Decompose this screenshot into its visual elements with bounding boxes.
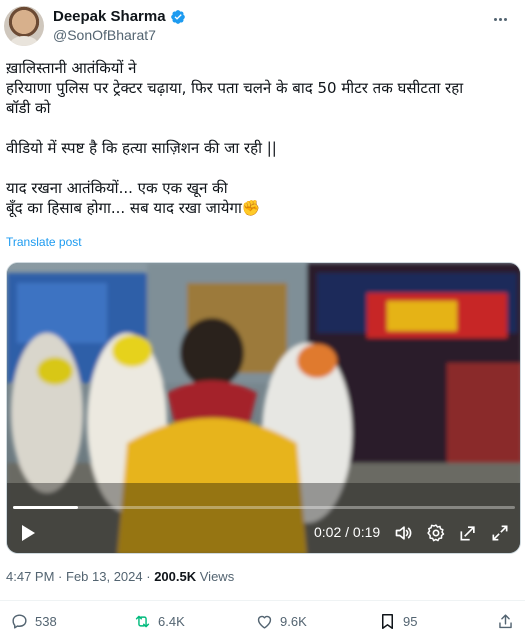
fullscreen-button[interactable] <box>489 521 511 545</box>
tweet-meta: 4:47 PM · Feb 13, 2024 · 200.5K Views <box>6 569 234 584</box>
action-bar: 538 6.4K 9.6K 95 <box>0 612 525 636</box>
meta-separator: · <box>146 569 155 584</box>
tweet-date[interactable]: Feb 13, 2024 <box>66 569 143 584</box>
video-frame <box>7 263 520 553</box>
video-player[interactable]: 0:02 / 0:19 <box>6 262 521 554</box>
play-icon <box>22 525 35 541</box>
more-options-icon[interactable] <box>491 10 509 28</box>
like-count: 9.6K <box>280 614 307 629</box>
repost-button[interactable]: 6.4K <box>133 612 185 631</box>
bookmark-count: 95 <box>403 614 418 629</box>
video-time-display: 0:02 / 0:19 <box>314 524 381 540</box>
share-button[interactable] <box>496 612 515 631</box>
like-button[interactable]: 9.6K <box>255 612 307 631</box>
verified-badge-icon <box>170 9 185 24</box>
reply-button[interactable]: 538 <box>10 612 57 631</box>
settings-icon <box>427 524 445 542</box>
video-progress-fill <box>13 506 79 509</box>
author-handle[interactable]: @SonOfBharat7 <box>53 27 156 43</box>
views-label: Views <box>199 569 235 584</box>
reply-icon <box>12 614 27 629</box>
settings-button[interactable] <box>425 521 447 545</box>
tweet-time[interactable]: 4:47 PM <box>6 569 54 584</box>
pop-out-icon <box>460 526 475 541</box>
volume-button[interactable] <box>393 521 415 545</box>
repost-icon <box>135 615 150 628</box>
pop-out-button[interactable] <box>457 521 479 545</box>
bookmark-button[interactable]: 95 <box>378 612 417 631</box>
video-progress-bar[interactable] <box>13 506 515 509</box>
divider <box>0 600 525 601</box>
avatar[interactable] <box>4 6 44 46</box>
fullscreen-icon <box>492 525 508 541</box>
author-name-row: Deepak Sharma <box>53 8 186 25</box>
volume-icon <box>395 526 412 540</box>
repost-count: 6.4K <box>158 614 185 629</box>
play-button[interactable] <box>17 521 39 545</box>
translate-post-link[interactable]: Translate post <box>6 235 82 249</box>
tweet-header: Deepak Sharma @SonOfBharat7 <box>0 0 525 52</box>
share-icon <box>499 614 512 629</box>
author-name[interactable]: Deepak Sharma <box>53 8 166 25</box>
tweet-text: ख़ालिस्तानी आतंकियों ने हरियाणा पुलिस पर… <box>6 59 464 217</box>
meta-separator: · <box>58 569 66 584</box>
reply-count: 538 <box>35 614 57 629</box>
bookmark-icon <box>381 614 394 629</box>
heart-icon <box>257 615 272 629</box>
views-count: 200.5K <box>154 569 197 584</box>
